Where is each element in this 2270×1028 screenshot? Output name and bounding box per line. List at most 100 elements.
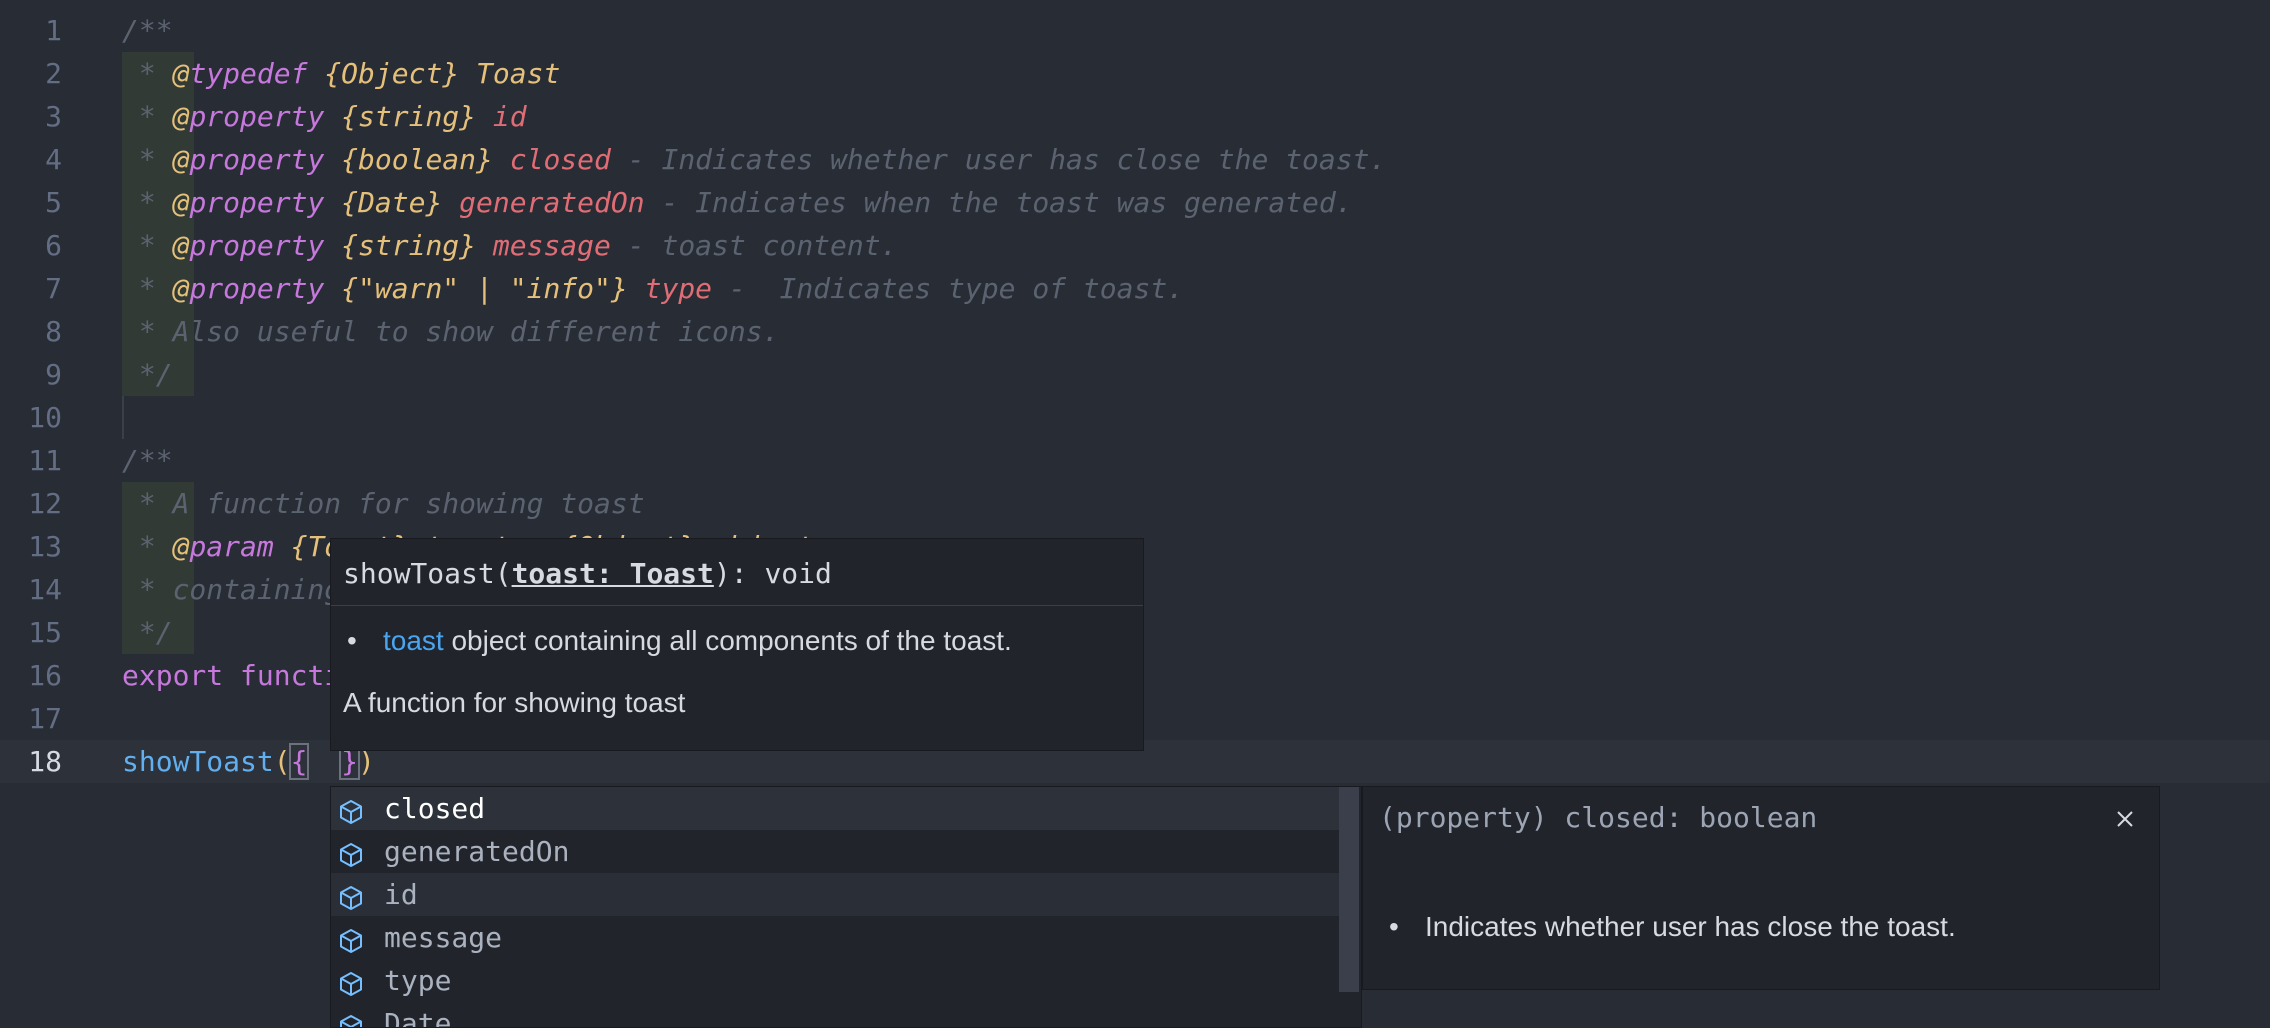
code-token: generatedOn [459,186,645,219]
code-token: Toast [476,57,561,90]
code-text[interactable]: */ [122,611,173,654]
code-token: {Date} [324,186,460,219]
line-number: 6 [45,229,62,262]
code-text[interactable]: * Also useful to show different icons. [122,310,780,353]
suggestion-list[interactable]: closed generatedOn id message type Date [330,786,1362,1028]
code-token: * [122,100,173,133]
code-token: * [122,186,173,219]
parameter-doc-text: object containing all components of the … [443,625,1012,656]
code-text[interactable]: * A function for showing toast [122,482,645,525]
code-token: showToast [122,745,274,778]
line-number: 7 [45,272,62,305]
code-token: {string} [324,100,493,133]
close-icon[interactable] [2111,805,2139,833]
parameter-name-link[interactable]: toast [383,625,444,656]
line-number: 17 [28,702,62,735]
signature-line: showToast(toast: Toast): void [331,539,1143,606]
code-token: - Indicates type of toast. [712,272,1185,305]
bullet-icon: • [1389,911,1399,942]
line-number: 3 [45,100,62,133]
suggestion-item[interactable]: generatedOn [331,830,1339,873]
code-token: * [122,530,173,563]
code-line[interactable]: 5 * @property {Date} generatedOn - Indic… [0,181,2270,224]
property-cube-icon [337,967,365,996]
property-cube-icon [337,795,365,824]
details-doc: • Indicates whether user has close the t… [1389,911,1956,943]
line-number: 14 [28,573,62,606]
code-token: typedef [189,57,308,90]
code-line[interactable]: 9 */ [0,353,2270,396]
signature-return: ): void [713,557,832,590]
suggestion-item[interactable]: Date [331,1002,1339,1028]
code-text[interactable]: /** [122,9,173,52]
code-line[interactable]: 1 /** [0,9,2270,52]
code-text[interactable]: */ [122,353,173,396]
code-token: {string} [324,229,493,262]
code-token: - toast content. [610,229,898,262]
property-cube-icon [337,924,365,953]
signature-function: showToast( [343,557,512,590]
code-line[interactable]: 11 /** [0,439,2270,482]
code-token: property [189,143,325,176]
code-token: param [189,530,274,563]
code-token: - Indicates whether user has close the t… [610,143,1387,176]
code-text[interactable]: * @property {"warn" | "info"} type - Ind… [122,267,1184,310]
code-line[interactable]: 4 * @property {boolean} closed - Indicat… [0,138,2270,181]
code-text[interactable]: * @property {Date} generatedOn - Indicat… [122,181,1353,224]
line-number: 10 [28,401,62,434]
suggestion-item[interactable]: message [331,916,1339,959]
code-token: export [122,659,224,692]
line-number: 16 [28,659,62,692]
code-token: { [288,743,310,780]
code-token: @ [172,100,190,133]
code-text[interactable]: /** [122,439,173,482]
code-token: */ [122,616,173,649]
code-text[interactable]: * @property {boolean} closed - Indicates… [122,138,1387,181]
suggestion-item[interactable]: closed [331,787,1339,830]
line-number: 8 [45,315,62,348]
line-number: 13 [28,530,62,563]
indent-guide [122,396,124,439]
code-text[interactable]: * @property {string} message - toast con… [122,224,898,267]
suggestion-scrollbar[interactable] [1339,787,1359,992]
suggestion-label: closed [384,792,486,825]
function-description: A function for showing toast [343,687,686,718]
code-token: @ [172,229,190,262]
code-token: * [122,57,173,90]
line-number: 11 [28,444,62,477]
code-line[interactable]: 6 * @property {string} message - toast c… [0,224,2270,267]
code-token: property [189,186,325,219]
line-number: 18 [28,745,62,778]
code-line[interactable]: 2 * @typedef {Object} Toast [0,52,2270,95]
code-text[interactable]: * @property {string} id [122,95,527,138]
code-token: * [122,272,173,305]
code-token: - Indicates when the toast was generated… [644,186,1353,219]
code-token: property [189,272,325,305]
active-parameter: toast: Toast [511,557,714,590]
code-token: @ [172,272,190,305]
code-text[interactable]: * @typedef {Object} Toast [122,52,560,95]
code-token: /** [122,444,173,477]
code-line[interactable]: 3 * @property {string} id [0,95,2270,138]
code-token: @ [172,57,190,90]
code-token: message [492,229,611,262]
code-token: @ [172,530,190,563]
code-line[interactable]: 10 [0,396,2270,439]
bullet-icon: • [347,625,357,656]
code-token: @ [172,186,190,219]
code-line[interactable]: 8 * Also useful to show different icons. [0,310,2270,353]
suggestion-label: id [384,878,418,911]
details-signature: (property) closed: boolean [1379,801,1818,834]
code-line[interactable]: 12 * A function for showing toast [0,482,2270,525]
details-doc-text: Indicates whether user has close the toa… [1425,911,1956,942]
suggestion-item[interactable]: id [331,873,1339,916]
code-token: * A function for showing toast [122,487,645,520]
code-token: property [189,100,325,133]
code-line[interactable]: 7 * @property {"warn" | "info"} type - I… [0,267,2270,310]
code-token: closed [509,143,611,176]
suggestion-label: Date [384,1007,452,1028]
code-token: ( [273,745,291,778]
suggestion-item[interactable]: type [331,959,1339,1002]
code-token: type [644,272,713,305]
